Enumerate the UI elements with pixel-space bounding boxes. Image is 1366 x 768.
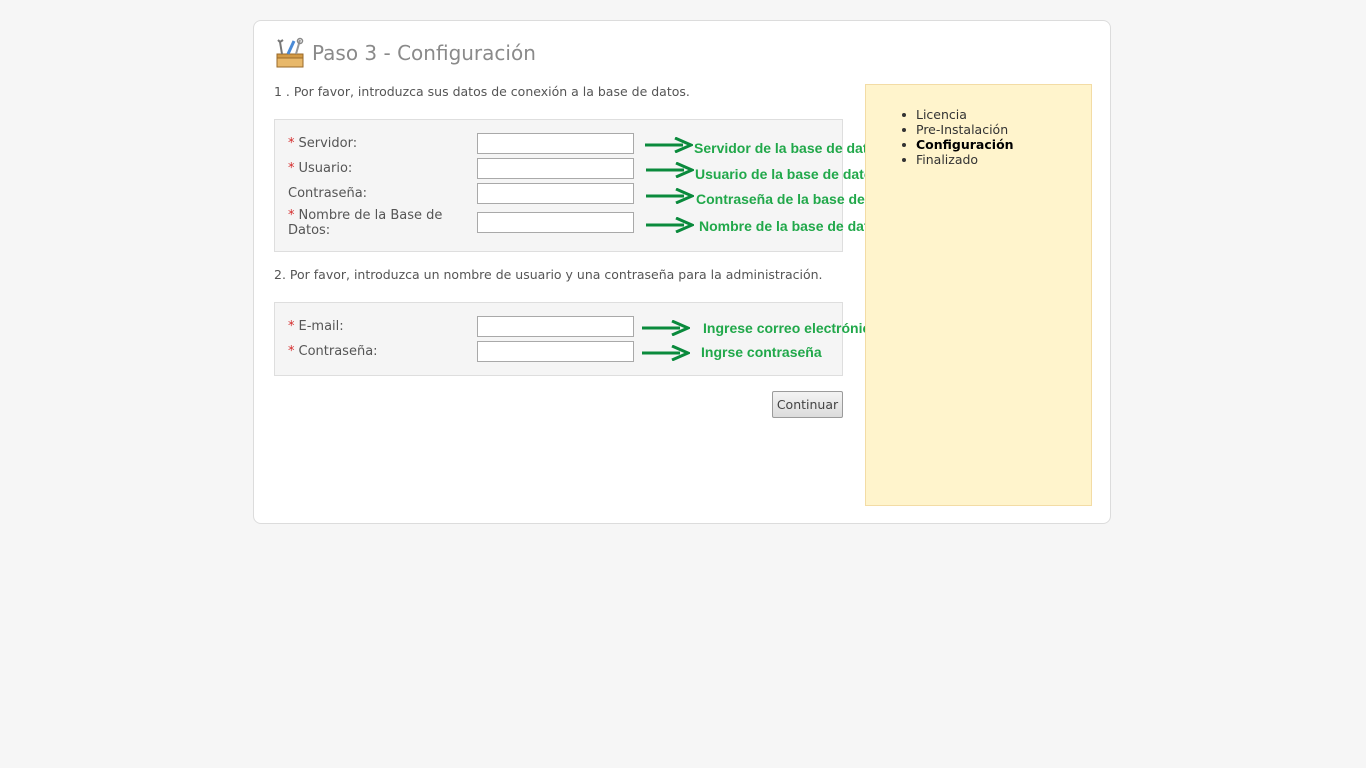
admin-fieldset	[274, 302, 843, 376]
db-section-intro: 1 . Por favor, introduzca sus datos de c…	[274, 84, 690, 99]
admin-section-intro: 2. Por favor, introduzca un nombre de us…	[274, 267, 823, 282]
admin-password-annotation: Ingrse contraseña	[701, 344, 822, 360]
required-marker: *	[288, 161, 295, 176]
arrow-right-icon	[642, 320, 690, 336]
server-label: * Servidor:	[288, 136, 358, 151]
user-annotation: Usuario de la base de datos	[695, 166, 881, 182]
step-finished: Finalizado	[902, 152, 1014, 167]
server-annotation: Servidor de la base de datos	[694, 140, 884, 156]
step-pre-install: Pre-Instalación	[902, 122, 1014, 137]
arrow-right-icon	[646, 188, 694, 204]
arrow-right-icon	[646, 217, 694, 233]
required-marker: *	[288, 344, 295, 359]
admin-password-label: * Contraseña:	[288, 344, 378, 359]
password-label: Contraseña:	[288, 186, 368, 201]
db-name-annotation: Nombre de la base de datos	[699, 218, 885, 234]
arrow-right-icon	[645, 137, 693, 153]
required-marker: *	[288, 208, 295, 223]
email-input[interactable]	[477, 316, 634, 337]
user-input[interactable]	[477, 158, 634, 179]
email-label: * E-mail:	[288, 319, 344, 334]
required-marker: *	[288, 319, 295, 334]
step-configuration: Configuración	[902, 137, 1014, 152]
db-name-input[interactable]	[477, 212, 634, 233]
page-title: Paso 3 - Configuración	[312, 41, 536, 65]
email-annotation: Ingrese correo electrónico	[703, 320, 879, 336]
step-license: Licencia	[902, 107, 1014, 122]
arrow-right-icon	[646, 162, 694, 178]
required-marker: *	[288, 136, 295, 151]
steps-list: Licencia Pre-Instalación Configuración F…	[902, 107, 1014, 167]
toolbox-icon	[276, 37, 304, 68]
admin-password-input[interactable]	[477, 341, 634, 362]
db-password-input[interactable]	[477, 183, 634, 204]
server-input[interactable]	[477, 133, 634, 154]
continue-button[interactable]: Continuar	[772, 391, 843, 418]
user-label: * Usuario:	[288, 161, 353, 176]
arrow-right-icon	[642, 345, 690, 361]
db-name-label: * Nombre de la Base de Datos:	[288, 208, 443, 238]
